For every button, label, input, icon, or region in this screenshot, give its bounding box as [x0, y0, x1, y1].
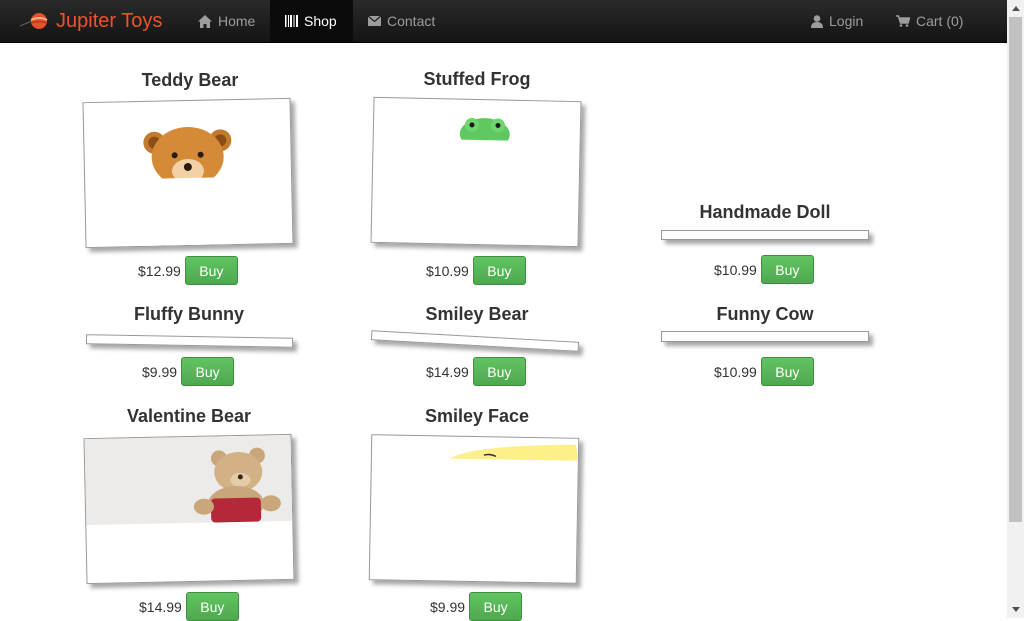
- price-row: $10.99 Buy: [714, 357, 814, 386]
- planet-logo-icon: [20, 13, 48, 29]
- scroll-up-arrow-icon[interactable]: [1007, 0, 1024, 17]
- buy-button[interactable]: Buy: [472, 256, 526, 285]
- scrollbar-thumb[interactable]: [1009, 17, 1022, 522]
- product-price: $9.99: [142, 363, 178, 380]
- price-row: $12.99 Buy: [138, 256, 238, 285]
- product-title: Handmade Doll: [699, 202, 831, 222]
- product-image-frame: [661, 230, 869, 240]
- buy-button[interactable]: Buy: [185, 592, 239, 621]
- nav-cart[interactable]: Cart (0): [882, 0, 977, 42]
- price-row: $14.99 Buy: [426, 357, 526, 386]
- buy-button[interactable]: Buy: [469, 592, 523, 621]
- buy-button[interactable]: Buy: [472, 357, 526, 386]
- product-image-frame: [85, 334, 294, 348]
- nav-login-label: Login: [829, 13, 864, 29]
- brand-name: Jupiter Toys: [56, 9, 163, 32]
- product-price: $12.99: [138, 262, 181, 279]
- product-title: Valentine Bear: [126, 406, 252, 426]
- valentine-bear-image: [84, 434, 295, 526]
- product-image-frame: [370, 330, 580, 352]
- top-navbar: Jupiter Toys Home Shop Contact Login Car…: [0, 0, 1007, 43]
- nav-contact-label: Contact: [387, 13, 436, 29]
- product-image-frame: [82, 97, 294, 249]
- user-icon: [811, 14, 823, 28]
- product-price: $9.99: [430, 598, 466, 615]
- product-title: Teddy Bear: [141, 70, 239, 90]
- buy-button[interactable]: Buy: [184, 256, 238, 285]
- product-price: $10.99: [714, 363, 757, 380]
- product-title: Smiley Face: [424, 406, 530, 426]
- brand-link[interactable]: Jupiter Toys: [20, 0, 162, 42]
- price-row: $14.99 Buy: [139, 592, 239, 621]
- price-row: $9.99 Buy: [430, 592, 523, 621]
- buy-button[interactable]: Buy: [760, 357, 814, 386]
- nav-contact[interactable]: Contact: [354, 0, 449, 42]
- envelope-icon: [368, 16, 381, 26]
- cart-icon: [896, 15, 910, 27]
- product-image-frame: [370, 96, 582, 248]
- buy-button[interactable]: Buy: [760, 255, 814, 284]
- product-image-frame: [83, 433, 295, 585]
- barcode-icon: [285, 15, 298, 27]
- product-title: Funny Cow: [716, 304, 814, 324]
- nav-shop[interactable]: Shop: [270, 0, 353, 42]
- product-image-frame: [661, 331, 869, 342]
- nav-login[interactable]: Login: [797, 0, 877, 42]
- price-row: $9.99 Buy: [142, 357, 235, 386]
- price-row: $10.99 Buy: [714, 255, 814, 284]
- nav-home-label: Home: [218, 13, 256, 29]
- vertical-scrollbar[interactable]: [1007, 0, 1024, 618]
- nav-home[interactable]: Home: [184, 0, 269, 42]
- product-title: Smiley Bear: [425, 304, 529, 324]
- scroll-down-arrow-icon[interactable]: [1007, 601, 1024, 618]
- buy-button[interactable]: Buy: [181, 357, 235, 386]
- product-price: $14.99: [139, 598, 182, 615]
- nav-cart-label: Cart (0): [916, 13, 964, 29]
- product-title: Fluffy Bunny: [134, 304, 244, 324]
- product-price: $14.99: [426, 363, 469, 380]
- product-title: Stuffed Frog: [423, 69, 531, 89]
- nav-shop-label: Shop: [304, 13, 337, 29]
- smiley-face-image: [449, 444, 578, 461]
- product-price: $10.99: [426, 262, 469, 279]
- product-image-frame: [368, 434, 580, 584]
- stuffed-frog-image: [452, 117, 524, 181]
- home-icon: [198, 14, 212, 28]
- teddy-bear-image: [143, 127, 237, 249]
- product-price: $10.99: [714, 261, 757, 278]
- price-row: $10.99 Buy: [426, 256, 526, 285]
